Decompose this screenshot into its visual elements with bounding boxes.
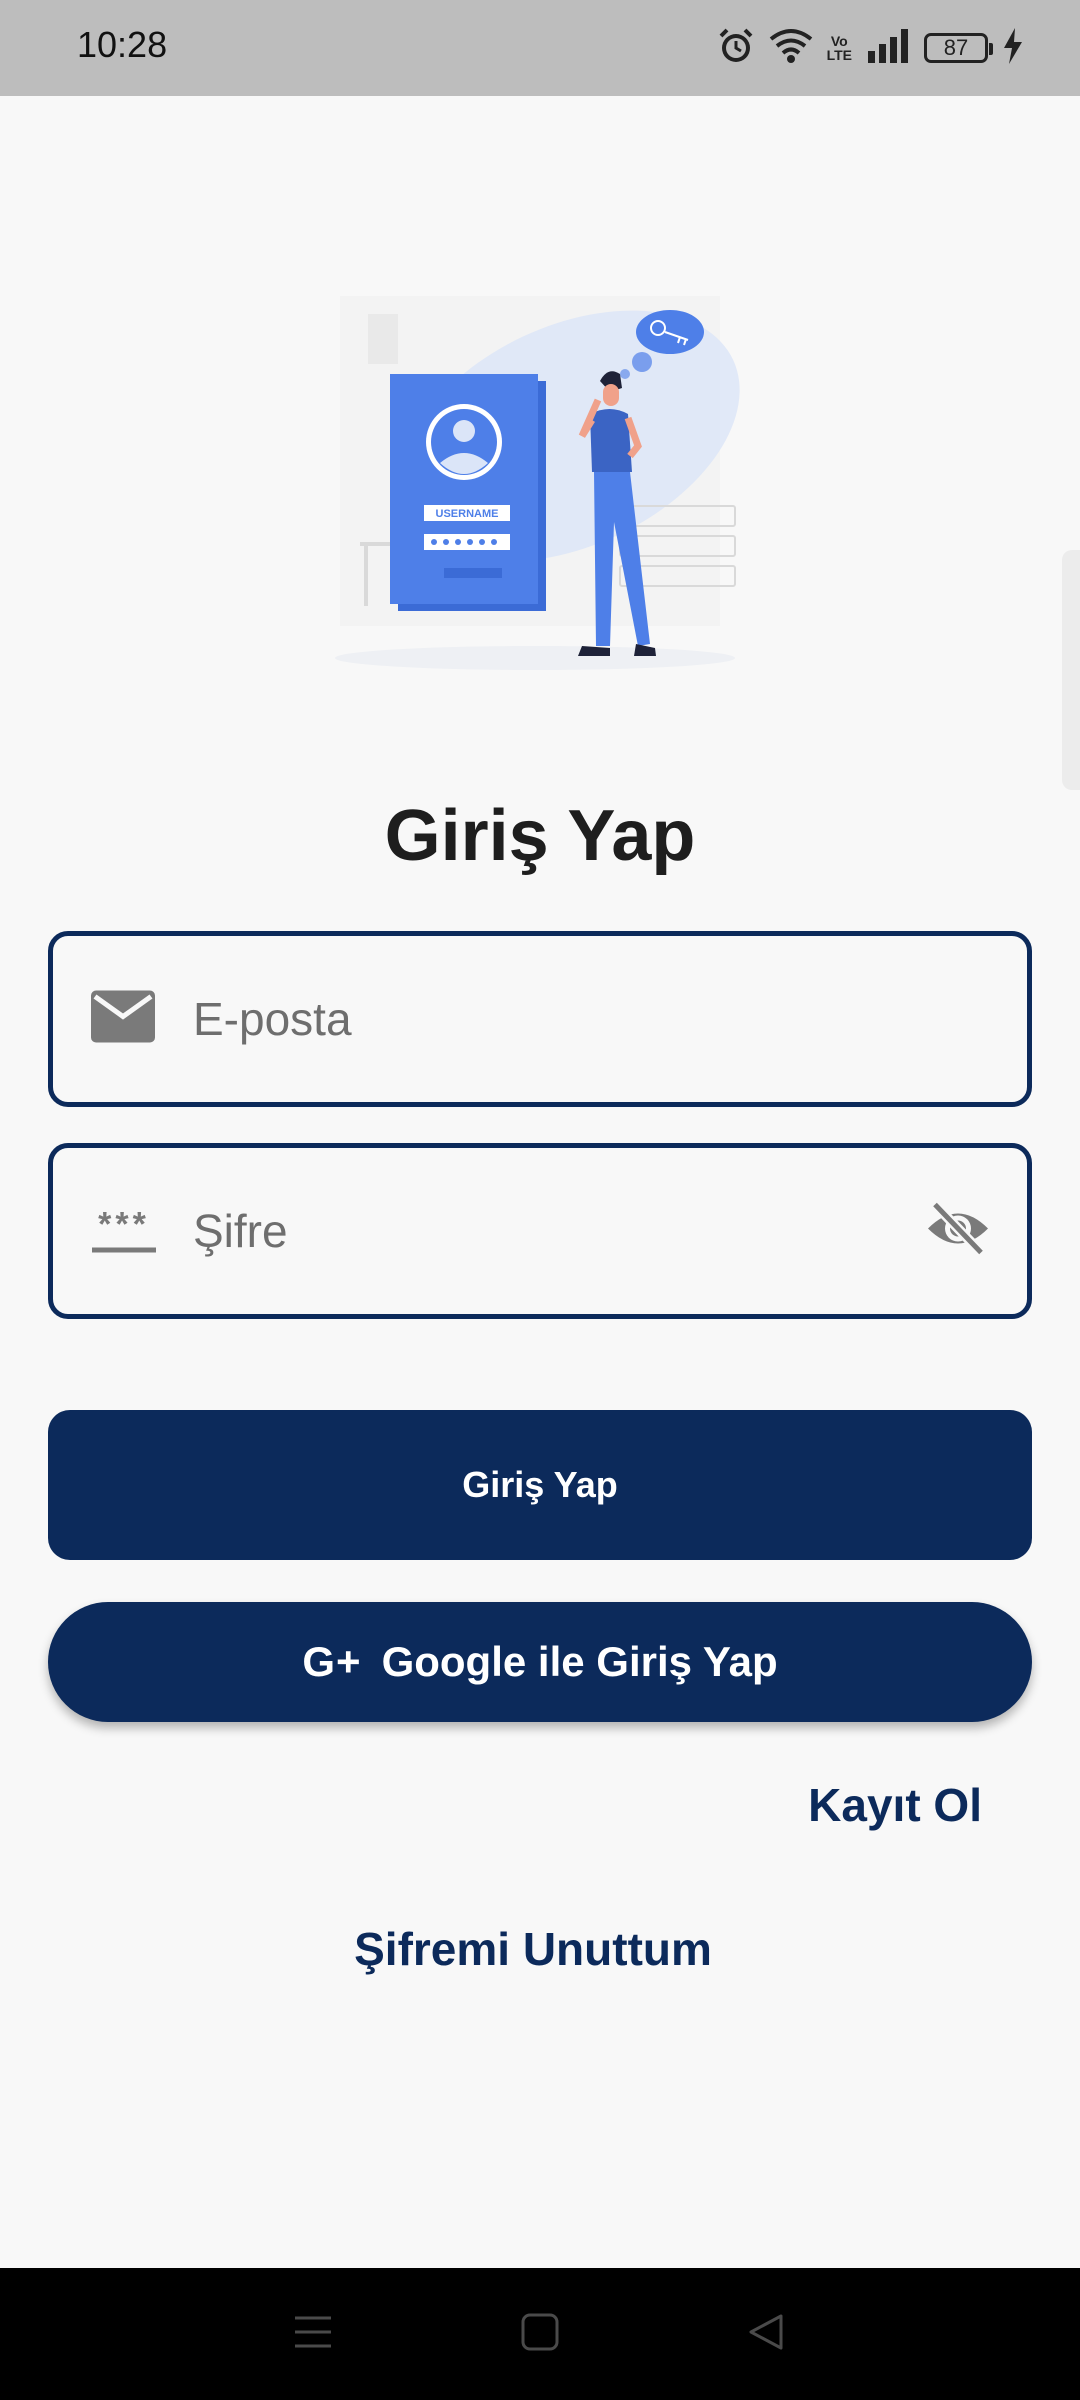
status-icons: Vo LTE 87 — [717, 26, 1024, 70]
envelope-icon — [91, 990, 155, 1048]
status-time: 10:28 — [77, 24, 168, 65]
password-icon-underline — [92, 1247, 156, 1253]
triangle-back-icon[interactable] — [747, 2312, 787, 2357]
register-link[interactable]: Kayıt Ol — [808, 1778, 982, 1832]
alarm-icon — [717, 27, 755, 70]
password-dots-icon: *** — [91, 1205, 157, 1253]
volte-bottom: LTE — [826, 47, 852, 63]
email-field[interactable] — [48, 931, 1032, 1107]
email-input[interactable] — [193, 992, 953, 1046]
eye-off-icon[interactable] — [925, 1201, 991, 1262]
battery-indicator: 87 — [924, 33, 993, 63]
login-illustration: USERNAME — [320, 296, 750, 686]
status-bar: 10:28 Vo LTE 87 — [0, 0, 1080, 96]
page-title: Giriş Yap — [384, 796, 696, 876]
navigation-bar — [0, 2268, 1080, 2400]
forgot-password-link[interactable]: Şifremi Unuttum — [0, 1922, 1066, 1976]
square-icon[interactable] — [520, 2312, 560, 2357]
google-login-label: Google ile Giriş Yap — [381, 1638, 778, 1685]
illustration-username-label: USERNAME — [436, 508, 499, 520]
edge-panel-handle[interactable] — [1062, 550, 1080, 790]
signal-icon — [866, 28, 910, 68]
menu-icon[interactable] — [293, 2312, 333, 2357]
login-button[interactable]: Giriş Yap — [48, 1410, 1032, 1560]
password-icon-stars: *** — [98, 1205, 150, 1244]
wifi-icon — [769, 27, 813, 70]
charging-icon — [1002, 27, 1024, 69]
volte-indicator: Vo LTE — [827, 34, 852, 62]
google-plus-icon: G+ — [302, 1638, 362, 1685]
password-field[interactable]: *** — [48, 1143, 1032, 1319]
google-login-button[interactable]: G+ Google ile Giriş Yap — [48, 1602, 1032, 1722]
password-input[interactable] — [193, 1204, 873, 1258]
